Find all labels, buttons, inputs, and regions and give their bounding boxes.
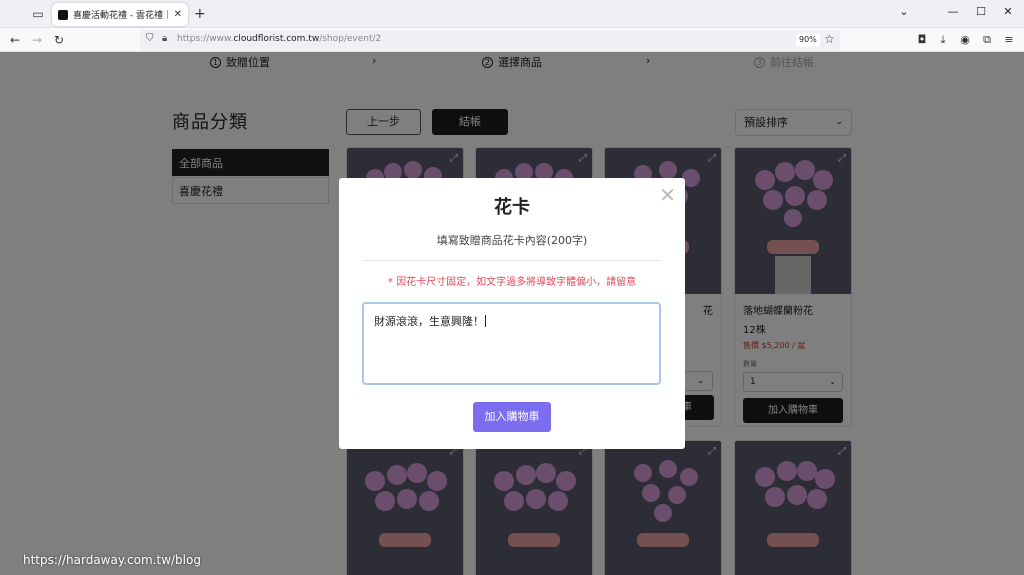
download-icon[interactable]: ⤓ xyxy=(936,32,950,48)
lock-icon[interactable]: 🔒︎ xyxy=(162,33,167,44)
site-favicon-icon xyxy=(58,9,68,20)
tab-list-icon[interactable]: ▭ xyxy=(30,6,46,22)
browser-nav-bar: ← → ↻ ⛉ 🔒︎ https://www.cloudflorist.com.… xyxy=(0,28,1024,52)
divider xyxy=(363,260,661,261)
new-tab-icon[interactable]: + xyxy=(194,6,206,22)
back-arrow-icon[interactable]: ← xyxy=(7,32,23,48)
card-message-textarea[interactable]: 財源滾滾，生意興隆！ xyxy=(362,302,661,385)
page-content: 1致贈位置 › 2選擇商品 › 3前往結帳 商品分類 全部商品 喜慶花禮 上一步… xyxy=(0,52,1024,575)
watermark-text: https://hardaway.com.tw/blog xyxy=(23,553,201,567)
reload-icon[interactable]: ↻ xyxy=(51,32,67,48)
window-close-icon[interactable]: ✕ xyxy=(999,5,1017,18)
tab-title: 喜慶活動花禮 - 雲花禮｜全台花 xyxy=(73,11,169,21)
browser-tab-bar: ▭ 喜慶活動花禮 - 雲花禮｜全台花 ✕ + ⌄ — ☐ ✕ xyxy=(0,0,1024,28)
tab-overflow-chevron-icon[interactable]: ⌄ xyxy=(895,5,913,18)
modal-title: 花卡 xyxy=(494,197,530,218)
url-text[interactable]: https://www.cloudflorist.com.tw/shop/eve… xyxy=(177,34,381,44)
zoom-level[interactable]: 90% xyxy=(796,33,820,47)
modal-subtitle: 填寫致贈商品花卡內容(200字) xyxy=(436,234,588,247)
minimize-icon[interactable]: — xyxy=(944,5,962,18)
extensions-icon[interactable]: ⧉ xyxy=(980,32,994,48)
tab-close-icon[interactable]: ✕ xyxy=(174,9,182,20)
text-caret xyxy=(485,315,486,327)
forward-arrow-icon[interactable]: → xyxy=(29,32,45,48)
address-bar[interactable]: ⛉ 🔒︎ https://www.cloudflorist.com.tw/sho… xyxy=(140,30,840,50)
bookmark-star-icon[interactable]: ☆ xyxy=(824,32,835,46)
maximize-icon[interactable]: ☐ xyxy=(972,5,990,18)
browser-tab[interactable]: 喜慶活動花禮 - 雲花禮｜全台花 ✕ xyxy=(52,3,188,26)
modal-warning-note: * 因花卡尺寸固定，如文字過多將導致字體偏小，請留意 xyxy=(387,277,637,288)
shield-icon[interactable]: ⛉ xyxy=(146,33,154,44)
add-to-cart-button[interactable]: 加入購物車 xyxy=(473,402,551,432)
account-icon[interactable]: ◉ xyxy=(958,32,972,48)
menu-icon[interactable]: ≡ xyxy=(1002,32,1016,48)
flower-card-modal: ✕ 花卡 填寫致贈商品花卡內容(200字) * 因花卡尺寸固定，如文字過多將導致… xyxy=(339,178,685,449)
pocket-icon[interactable]: ◘ xyxy=(915,32,929,48)
